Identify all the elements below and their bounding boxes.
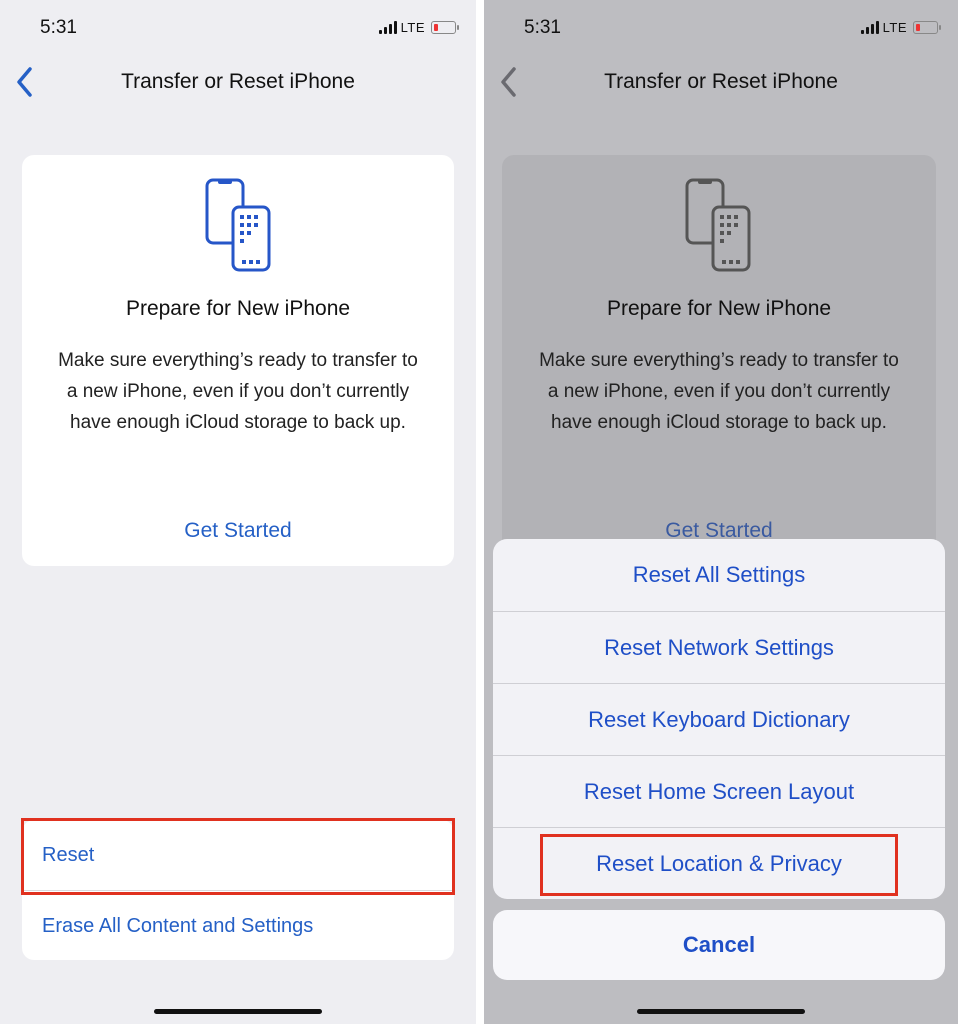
card-description: Make sure everything’s ready to transfer… <box>58 350 418 433</box>
reset-home-screen-layout-button[interactable]: Reset Home Screen Layout <box>493 755 945 827</box>
get-started-link[interactable]: Get Started <box>22 519 454 543</box>
reset-all-settings-button[interactable]: Reset All Settings <box>493 539 945 611</box>
location-privacy-highlight-box <box>540 834 898 896</box>
card-title: Prepare for New iPhone <box>125 297 351 320</box>
erase-all-button[interactable]: Erase All Content and Settings <box>22 890 454 960</box>
left-phone-screen: 5:31 LTE Transfer or Reset iPhone Prepar… <box>0 0 476 1024</box>
signal-bars-icon <box>378 21 397 34</box>
reset-keyboard-dictionary-button[interactable]: Reset Keyboard Dictionary <box>493 683 945 755</box>
status-indicators: LTE <box>860 20 941 35</box>
status-indicators: LTE <box>378 20 459 35</box>
card-description: Make sure everything’s ready to transfer… <box>539 350 899 433</box>
network-type: LTE <box>882 20 907 35</box>
home-indicator[interactable] <box>637 1009 805 1014</box>
two-iphones-icon <box>205 178 271 272</box>
network-type: LTE <box>400 20 425 35</box>
cancel-button[interactable]: Cancel <box>493 910 945 980</box>
battery-icon <box>431 21 459 34</box>
status-time: 5:31 <box>40 17 77 38</box>
card-title: Prepare for New iPhone <box>606 297 832 320</box>
reset-highlight-box <box>21 818 455 895</box>
two-iphones-icon <box>685 178 751 272</box>
signal-bars-icon <box>860 21 879 34</box>
battery-icon <box>913 21 941 34</box>
reset-network-settings-button[interactable]: Reset Network Settings <box>493 611 945 683</box>
right-phone-screen: 5:31 LTE Transfer or Reset iPhone Prepar… <box>484 0 958 1024</box>
prepare-card: Prepare for New iPhone Make sure everyth… <box>502 155 936 566</box>
page-title: Transfer or Reset iPhone <box>121 70 355 93</box>
status-time: 5:31 <box>524 17 561 38</box>
prepare-card: Prepare for New iPhone Make sure everyth… <box>22 155 454 566</box>
home-indicator[interactable] <box>154 1009 322 1014</box>
page-title: Transfer or Reset iPhone <box>604 70 838 93</box>
